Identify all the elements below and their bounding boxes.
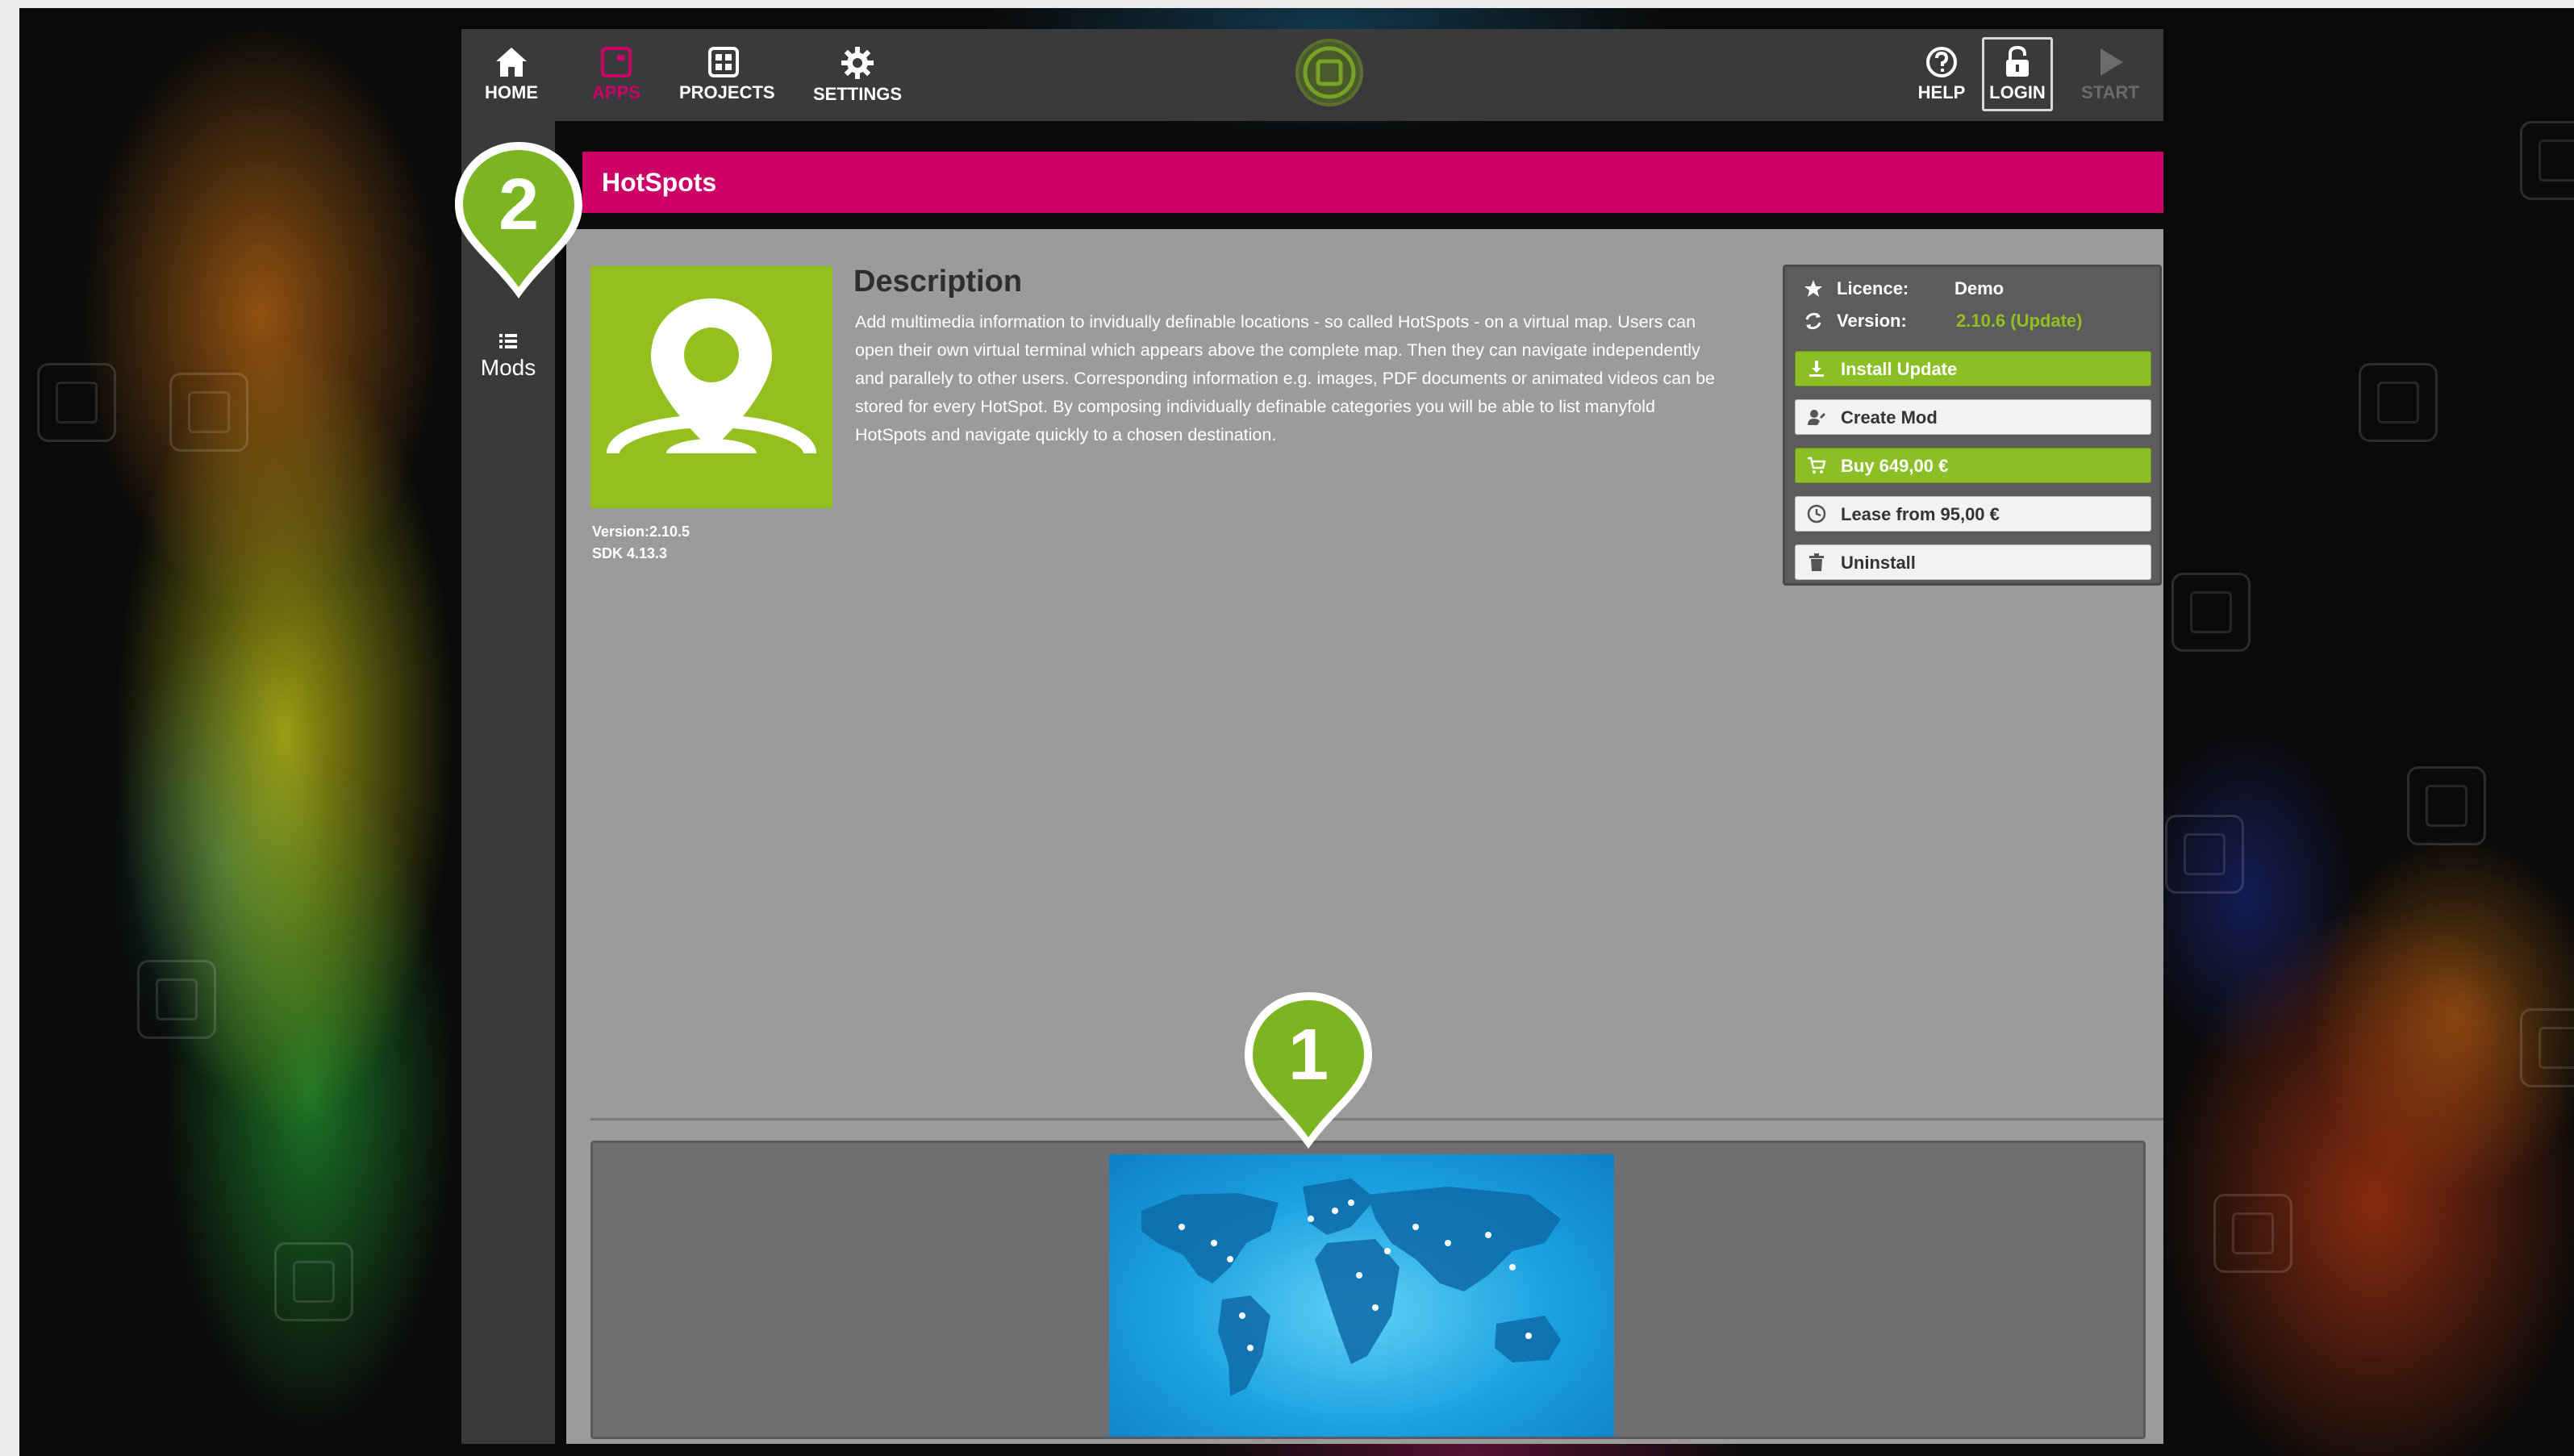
screenshot-gallery — [590, 1141, 2146, 1439]
download-icon — [1809, 361, 1824, 377]
install-update-label: Install Update — [1841, 359, 1958, 379]
padlock-open-icon — [2006, 45, 2029, 77]
licence-action-panel: Licence: Demo Version: 2.10.6 (Update) I… — [1783, 265, 2162, 586]
app-window: HOME APPS PROJECTS SETTINGS HELP LOGIN S… — [455, 29, 2163, 1444]
lease-label: Lease from 95,00 € — [1841, 504, 2000, 524]
background-decoration — [2520, 1008, 2574, 1087]
background-decoration — [2520, 121, 2574, 200]
refresh-icon — [1805, 312, 1821, 330]
app-screenshot-thumbnail[interactable] — [1109, 1154, 1614, 1437]
nav-login-label: LOGIN — [1989, 82, 2046, 102]
background-decoration — [169, 373, 248, 452]
nav-help[interactable]: HELP — [1913, 45, 1970, 119]
left-sidebar: Mods — [461, 121, 555, 1444]
buy-label: Buy 649,00 € — [1841, 456, 1949, 476]
licence-row: Licence: Demo — [1803, 275, 2142, 302]
version-value: 2.10.6 (Update) — [1956, 311, 2083, 331]
desktop-background: HOME APPS PROJECTS SETTINGS HELP LOGIN S… — [19, 8, 2574, 1456]
page-title-bar: HotSpots — [582, 152, 2163, 213]
callout-number-2: 2 — [499, 165, 539, 245]
app-version-line: Version:2.10.5 — [592, 524, 690, 540]
cart-icon — [1808, 457, 1826, 474]
version-row: Version: 2.10.6 (Update) — [1803, 307, 2142, 335]
create-mod-label: Create Mod — [1841, 407, 1938, 428]
callout-number-1: 1 — [1288, 1015, 1329, 1095]
background-decoration — [2213, 1194, 2292, 1273]
nav-settings-label: SETTINGS — [813, 84, 903, 104]
version-label: Version: — [1837, 311, 1907, 331]
callout-badge-1: 1 — [1245, 992, 1372, 1149]
background-decoration — [2359, 363, 2438, 442]
description-heading: Description — [853, 265, 1023, 298]
grid-icon — [708, 47, 739, 77]
uninstall-button[interactable]: Uninstall — [1795, 544, 2151, 580]
app-icon — [590, 266, 832, 508]
app-sdk-line: SDK 4.13.3 — [592, 545, 668, 561]
nav-settings[interactable]: SETTINGS — [813, 45, 902, 119]
sidebar-item-mods-label: Mods — [480, 355, 536, 380]
background-decoration — [274, 1242, 353, 1321]
licence-value: Demo — [1954, 278, 2005, 298]
background-decoration — [2407, 766, 2486, 845]
nav-login[interactable]: LOGIN — [1982, 45, 2053, 119]
list-icon — [499, 334, 517, 348]
house-icon — [496, 48, 527, 77]
create-mod-button[interactable]: Create Mod — [1795, 399, 2151, 435]
description-text: Add multimedia information to invidually… — [855, 312, 1716, 444]
nav-apps[interactable]: APPS — [584, 45, 649, 119]
user-edit-icon — [1808, 410, 1825, 425]
callout-badge-2: 2 — [455, 142, 582, 298]
app-window-icon — [601, 47, 632, 77]
world-map-image — [1141, 1179, 1561, 1396]
background-decoration — [2171, 573, 2251, 652]
play-triangle-icon — [2101, 48, 2123, 76]
nav-home-label: HOME — [485, 82, 538, 102]
nav-projects[interactable]: PROJECTS — [679, 45, 775, 119]
brand-logo — [1295, 39, 1363, 106]
nav-start-label: START — [2081, 82, 2139, 102]
install-update-button[interactable]: Install Update — [1795, 351, 2151, 386]
licence-label: Licence: — [1837, 278, 1909, 298]
trash-icon — [1809, 553, 1824, 571]
background-decoration — [37, 363, 116, 442]
page-title: HotSpots — [602, 168, 717, 197]
question-circle-icon — [1926, 47, 1957, 77]
logo-icon — [1303, 46, 1356, 99]
nav-start[interactable]: START — [2078, 45, 2142, 119]
background-decoration — [137, 960, 216, 1039]
nav-projects-label: PROJECTS — [679, 82, 775, 102]
app-detail-content: Version:2.10.5 SDK 4.13.3 Description Ad… — [566, 229, 2163, 1444]
section-divider — [590, 1118, 2163, 1120]
map-pin-icon — [607, 298, 816, 502]
uninstall-label: Uninstall — [1841, 553, 1916, 573]
top-navigation-bar: HOME APPS PROJECTS SETTINGS HELP LOGIN S… — [461, 29, 2163, 121]
nav-help-label: HELP — [1917, 82, 1966, 102]
app-version-info: Version:2.10.5 SDK 4.13.3 — [592, 521, 690, 565]
clock-icon — [1807, 504, 1826, 524]
background-decoration — [2165, 815, 2244, 894]
nav-home[interactable]: HOME — [479, 45, 544, 119]
buy-button[interactable]: Buy 649,00 € — [1795, 448, 2151, 483]
gear-icon — [841, 47, 874, 79]
sidebar-item-mods[interactable]: Mods — [461, 332, 555, 381]
nav-apps-label: APPS — [592, 82, 640, 102]
lease-button[interactable]: Lease from 95,00 € — [1795, 496, 2151, 532]
star-icon — [1804, 280, 1822, 297]
